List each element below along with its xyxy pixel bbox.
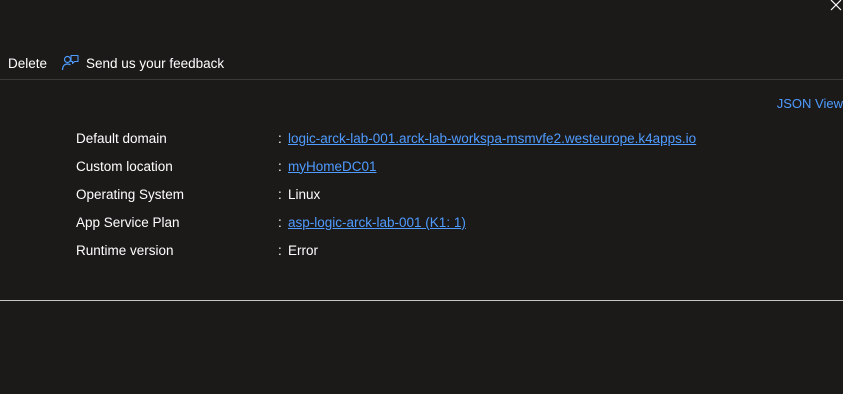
property-separator: : (278, 214, 282, 230)
property-row-default-domain: Default domain : logic-arck-lab-001.arck… (76, 124, 696, 152)
property-label: Operating System (76, 186, 185, 202)
default-domain-link[interactable]: logic-arck-lab-001.arck-lab-workspa-msmv… (288, 131, 696, 146)
property-row-custom-location: Custom location : myHomeDC01 (76, 152, 696, 180)
delete-button[interactable]: Delete (0, 48, 61, 78)
feedback-button[interactable]: Send us your feedback (61, 48, 224, 78)
feedback-person-icon (61, 54, 79, 72)
runtime-version-value: Error (288, 242, 318, 258)
operating-system-value: Linux (288, 186, 321, 202)
toolbar-divider (0, 79, 843, 80)
property-separator: : (278, 242, 282, 258)
property-label: Custom location (76, 158, 173, 174)
delete-button-label: Delete (8, 55, 48, 71)
resource-properties-panel: Delete Send us your feedback JSON View D… (0, 0, 843, 394)
property-label: App Service Plan (76, 214, 180, 230)
property-label: Default domain (76, 130, 167, 146)
command-bar: Delete Send us your feedback (0, 48, 843, 78)
close-icon[interactable] (829, 0, 843, 12)
property-separator: : (278, 186, 282, 202)
property-separator: : (278, 158, 282, 174)
app-service-plan-link[interactable]: asp-logic-arck-lab-001 (K1: 1) (288, 215, 466, 230)
property-row-app-service-plan: App Service Plan : asp-logic-arck-lab-00… (76, 208, 696, 236)
property-separator: : (278, 130, 282, 146)
property-label: Runtime version (76, 242, 174, 258)
section-divider (0, 300, 843, 301)
custom-location-link[interactable]: myHomeDC01 (288, 159, 377, 174)
property-row-operating-system: Operating System : Linux (76, 180, 696, 208)
properties-list: Default domain : logic-arck-lab-001.arck… (76, 124, 696, 264)
json-view-link[interactable]: JSON View (777, 96, 843, 111)
property-row-runtime-version: Runtime version : Error (76, 236, 696, 264)
feedback-button-label: Send us your feedback (86, 55, 225, 71)
